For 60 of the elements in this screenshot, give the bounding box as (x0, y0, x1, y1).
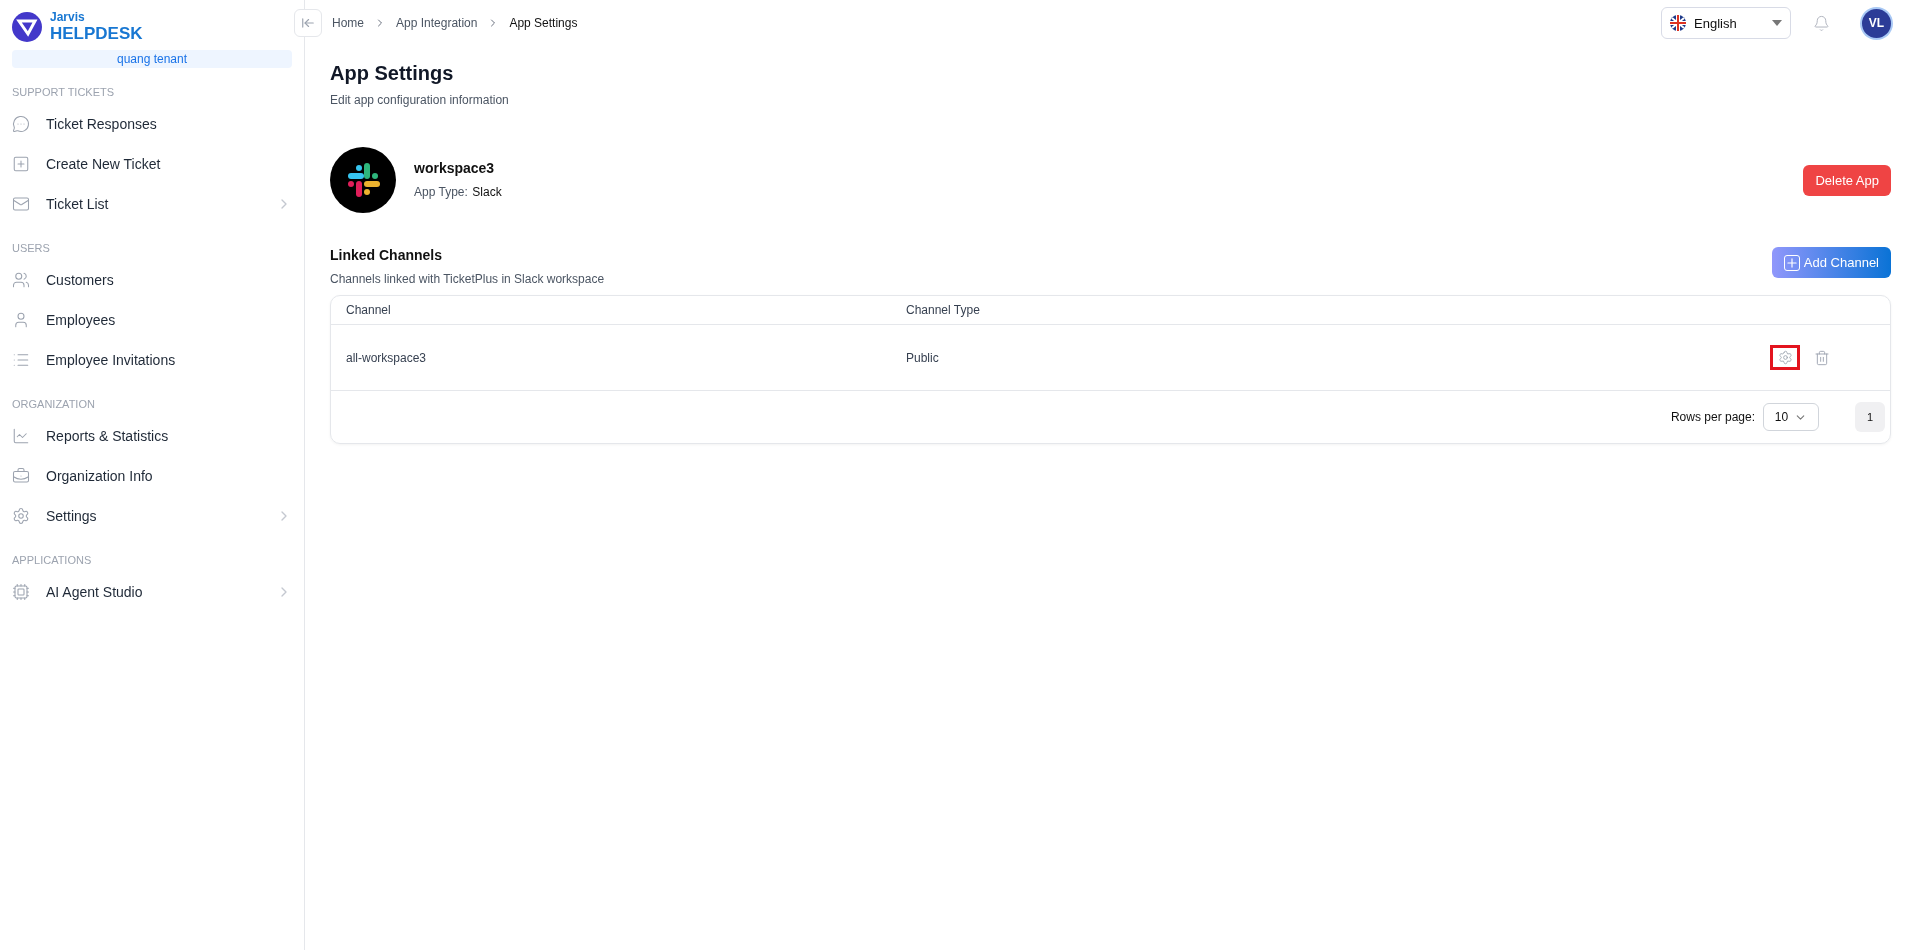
breadcrumb-link[interactable]: App Integration (396, 16, 478, 30)
section-subtitle: Channels linked with TicketPlus in Slack workspace (330, 272, 606, 286)
user-icon (12, 311, 30, 329)
page-subtitle: Edit app configuration information (330, 93, 510, 107)
collapse-sidebar-button[interactable] (294, 9, 322, 37)
sidebar-item[interactable]: Employees (12, 300, 292, 340)
chip-icon (12, 583, 30, 601)
sidebar-item[interactable]: Customers (12, 260, 292, 300)
section-title: ORGANIZATION (12, 398, 96, 410)
app-logo-icon (330, 147, 396, 213)
line-chart-icon (12, 427, 30, 445)
envelope-icon (12, 195, 30, 213)
column-header: Channel (346, 303, 392, 317)
collapse-arrow-icon (301, 16, 315, 30)
section-title: USERS (12, 242, 51, 254)
trash-icon (1814, 349, 1830, 366)
sidebar-item[interactable]: Settings (12, 496, 292, 536)
list-icon (12, 351, 30, 369)
flag-icon (1670, 15, 1686, 31)
table-cell-text: all-workspace3 (346, 350, 428, 365)
rows-per-page-select[interactable]: 10 (1763, 403, 1819, 431)
chat-bubble-icon (12, 115, 30, 133)
settings-icon (1777, 350, 1793, 365)
section-heading: Linked Channels (330, 247, 444, 263)
language-select[interactable]: English (1661, 7, 1791, 39)
caret-icon (1772, 20, 1782, 26)
sidebar-item[interactable]: Ticket Responses (12, 104, 292, 144)
page-title: App Settings (330, 62, 455, 85)
sidebar-item[interactable]: Reports & Statistics (12, 416, 292, 456)
briefcase-icon (12, 467, 30, 485)
settings-icon (12, 507, 30, 525)
channel-settings-button[interactable] (1770, 345, 1800, 370)
app-type-value: Slack (472, 185, 502, 199)
breadcrumb-link[interactable]: Home (332, 16, 364, 30)
rows-per-page-label: Rows per page: (1670, 410, 1755, 424)
page-button[interactable]: 1 (1855, 402, 1885, 432)
sidebar-item[interactable]: AI Agent Studio (12, 572, 292, 612)
breadcrumb-link[interactable]: App Settings (509, 16, 578, 30)
section-title: SUPPORT TICKETS (12, 86, 116, 98)
column-header: Channel Type (906, 303, 981, 317)
users-icon (12, 271, 30, 289)
sidebar-item[interactable]: Create New Ticket (12, 144, 292, 184)
section-title: APPLICATIONS (12, 554, 93, 566)
brand-name: HELPDESK (50, 24, 143, 44)
brand-subtitle: Jarvis (50, 10, 86, 24)
delete-channel-button[interactable] (1814, 349, 1830, 366)
tenant-label: quang tenant (12, 50, 292, 68)
app-name: workspace3 (414, 160, 496, 176)
plus-square-icon (12, 155, 30, 173)
add-channel-button[interactable]: Add Channel (1771, 247, 1891, 278)
logo-icon (12, 12, 42, 42)
sidebar-item[interactable]: Employee Invitations (12, 340, 292, 380)
sidebar-item[interactable]: Ticket List (12, 184, 292, 224)
user-avatar[interactable]: VL (1862, 8, 1891, 38)
notification-bell-icon[interactable] (1813, 14, 1830, 32)
sidebar-item[interactable]: Organization Info (12, 456, 292, 496)
app-type-label: App Type: (414, 185, 468, 199)
delete-app-button[interactable]: Delete App (1803, 164, 1891, 196)
plus-icon (1783, 254, 1800, 271)
table-cell-text: Public (906, 350, 940, 365)
